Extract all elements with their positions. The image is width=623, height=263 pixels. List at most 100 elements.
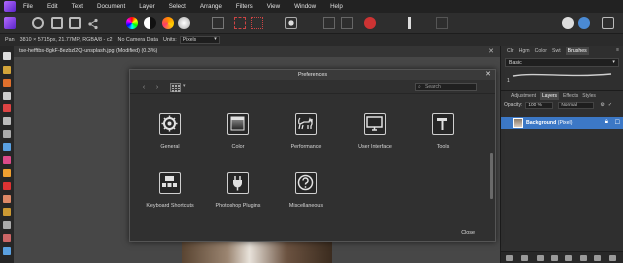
assistant-icon[interactable] <box>323 17 335 29</box>
guides-icon[interactable] <box>436 17 448 29</box>
hammer-icon[interactable] <box>432 113 454 135</box>
selection-brush-tool-icon[interactable] <box>3 104 11 112</box>
menu-text[interactable]: Text <box>72 3 83 10</box>
tab-brushes[interactable]: Brushes <box>565 47 589 55</box>
close-button[interactable]: Close <box>461 230 475 236</box>
monitor-icon[interactable] <box>364 113 386 135</box>
main-toolbar <box>0 13 623 34</box>
grid-view-icon[interactable] <box>170 83 181 92</box>
chevron-down-icon[interactable]: ▾ <box>183 83 186 89</box>
menu-edit[interactable]: Edit <box>47 3 58 10</box>
color-wheel-icon[interactable] <box>126 17 138 29</box>
tab-layers[interactable]: Layers <box>540 91 560 100</box>
group-icon[interactable] <box>580 255 587 261</box>
blend-mode-dropdown[interactable]: Normal <box>558 101 595 109</box>
clone-tool-icon[interactable] <box>3 221 11 229</box>
record-icon[interactable] <box>364 17 376 29</box>
freehand-selection-tool-icon[interactable] <box>3 130 11 138</box>
color-picker-tool-icon[interactable] <box>3 79 11 87</box>
view-tool-icon[interactable] <box>3 66 11 74</box>
layer-type: (Pixel) <box>557 120 573 126</box>
macro-icon[interactable] <box>341 17 353 29</box>
menu-file[interactable]: File <box>23 3 33 10</box>
pref-tools-label[interactable]: Tools <box>403 144 483 150</box>
fx-icon[interactable] <box>565 255 572 261</box>
color-gradient-icon[interactable] <box>227 113 249 135</box>
question-icon[interactable] <box>295 172 317 194</box>
plug-icon[interactable] <box>227 172 249 194</box>
opacity-input[interactable]: 100 % <box>525 101 554 109</box>
move-tool-icon[interactable] <box>3 52 11 60</box>
tab-color[interactable]: Color <box>535 48 547 54</box>
gradient-tool-icon[interactable] <box>3 156 11 164</box>
dialog-navbar: ‹ › ▾ ⌕ Search <box>130 80 495 94</box>
layer-stack-icon[interactable] <box>506 255 513 261</box>
back-icon[interactable]: ‹ <box>139 83 149 92</box>
tab-adjustment[interactable]: Adjustment <box>511 93 536 99</box>
live-filter-icon[interactable] <box>551 255 558 261</box>
menu-arrange[interactable]: Arrange <box>200 3 222 10</box>
document-tab[interactable]: tse-hefftbs-8gkF-8ezbzl2Q-unsplash.jpg (… <box>14 46 500 57</box>
pref-miscellaneous-label[interactable]: Miscellaneous <box>266 203 346 209</box>
flood-fill-tool-icon[interactable] <box>3 143 11 151</box>
close-icon[interactable]: ✕ <box>488 47 494 55</box>
selection-icon[interactable] <box>234 17 246 29</box>
healing-tool-icon[interactable] <box>3 234 11 242</box>
ruler-icon[interactable] <box>408 17 411 29</box>
layer-row-background[interactable]: Background (Pixel) 🔒︎ ☐ <box>501 117 623 129</box>
tab-swt[interactable]: Swt <box>552 48 561 54</box>
paint-brush-tool-icon[interactable] <box>3 169 11 177</box>
hsl-icon[interactable] <box>162 17 174 29</box>
mask-icon[interactable] <box>521 255 528 261</box>
marquee-tool-icon[interactable] <box>3 117 11 125</box>
close-icon[interactable]: ✕ <box>485 70 491 80</box>
layer-visibility-icon[interactable]: ☐ <box>615 119 620 126</box>
menu-view[interactable]: View <box>267 3 280 10</box>
levels-icon[interactable] <box>144 17 156 29</box>
snapping-icon[interactable] <box>285 17 297 29</box>
forward-icon[interactable]: › <box>152 83 162 92</box>
trash-icon[interactable] <box>609 255 616 261</box>
lock-icon[interactable]: 🔒︎ <box>605 119 608 126</box>
tone-mapping-persona-icon[interactable] <box>69 17 81 29</box>
tab-hgm[interactable]: Hgm <box>519 48 530 54</box>
menu-window[interactable]: Window <box>294 3 316 10</box>
pref-performance-label[interactable]: Performance <box>266 144 346 150</box>
tab-styles[interactable]: Styles <box>582 93 596 99</box>
crop-tool-icon[interactable] <box>3 92 11 100</box>
brush-preview[interactable]: 1 <box>507 69 617 87</box>
brush-category-dropdown[interactable]: Basic ▾ <box>505 58 619 67</box>
view-mode-icon[interactable] <box>602 17 614 29</box>
panel-menu-icon[interactable]: ≡ <box>616 47 619 53</box>
add-layer-icon[interactable] <box>594 255 601 261</box>
settings-gear-icon[interactable]: ⚙ <box>600 102 604 108</box>
dialog-scrollbar[interactable] <box>490 153 493 199</box>
tab-clr[interactable]: Clr <box>507 48 514 54</box>
pixel-tool-icon[interactable] <box>3 182 11 190</box>
liquify-persona-icon[interactable] <box>32 17 44 29</box>
refine-selection-icon[interactable] <box>251 17 263 29</box>
menu-filters[interactable]: Filters <box>236 3 253 10</box>
keyboard-icon[interactable] <box>159 172 181 194</box>
erase-brush-tool-icon[interactable] <box>3 195 11 203</box>
white-balance-icon[interactable] <box>178 17 190 29</box>
menu-help[interactable]: Help <box>330 3 343 10</box>
help-icon[interactable] <box>562 17 574 29</box>
develop-persona-icon[interactable] <box>51 17 63 29</box>
dodge-tool-icon[interactable] <box>3 208 11 216</box>
visibility-icon[interactable]: ✓ <box>608 102 612 108</box>
quick-mask-icon[interactable] <box>212 17 224 29</box>
export-persona-icon[interactable] <box>87 17 99 30</box>
cat-icon[interactable] <box>295 113 317 135</box>
gear-icon[interactable] <box>159 113 181 135</box>
pen-tool-icon[interactable] <box>3 247 11 255</box>
account-icon[interactable] <box>578 17 590 29</box>
photo-persona-icon[interactable] <box>4 17 16 29</box>
search-input[interactable]: ⌕ Search <box>415 83 477 91</box>
menu-document[interactable]: Document <box>97 3 125 10</box>
menu-layer[interactable]: Layer <box>139 3 154 10</box>
menu-select[interactable]: Select <box>169 3 186 10</box>
adjustment-icon[interactable] <box>537 255 544 261</box>
units-dropdown[interactable]: Pixels ▾ <box>179 36 220 44</box>
tab-effects[interactable]: Effects <box>563 93 578 99</box>
